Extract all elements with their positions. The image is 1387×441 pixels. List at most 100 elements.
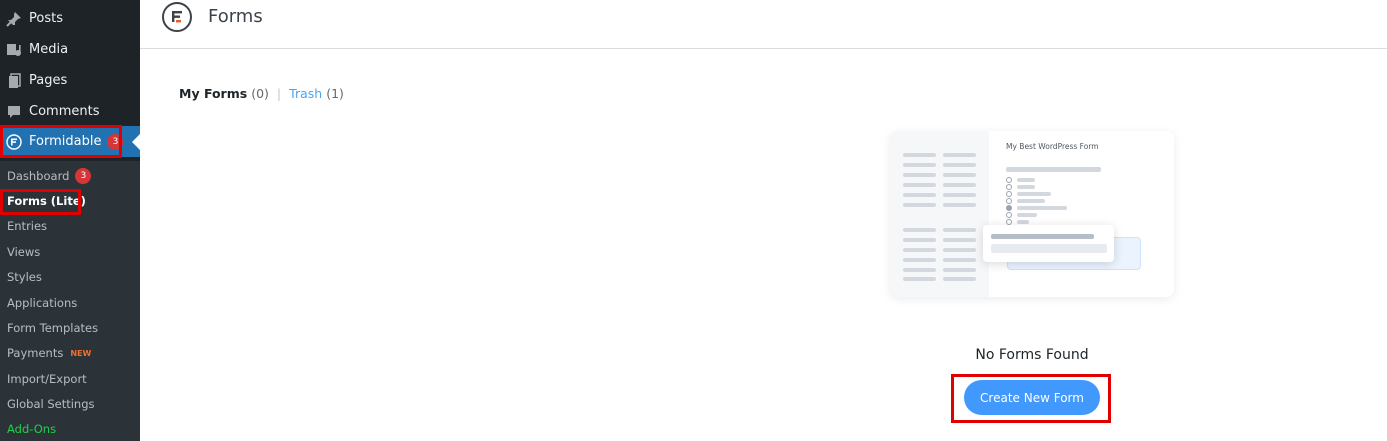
menu-label: Formidable [29, 134, 102, 149]
illus-bar [903, 183, 936, 187]
illus-bar [1017, 199, 1045, 203]
view-count: (0) [251, 86, 269, 101]
illus-bar [903, 268, 936, 272]
illus-bar [903, 193, 936, 197]
formidable-logo-icon [162, 2, 192, 32]
illus-bar [991, 234, 1094, 239]
submenu-payments[interactable]: Payments NEW [7, 343, 91, 363]
menu-label: Comments [29, 104, 100, 119]
submenu-label: Payments [7, 346, 64, 360]
page-header: Forms [140, 0, 1387, 49]
view-label: Trash [289, 86, 323, 101]
illus-bar [943, 163, 976, 167]
illus-form-panel [989, 131, 1174, 297]
illus-bar [903, 258, 936, 262]
view-my-forms[interactable]: My Forms (0) [179, 86, 269, 101]
illus-bar [1017, 213, 1037, 217]
comment-icon [6, 104, 22, 120]
menu-item-formidable[interactable]: Formidable 3 [0, 126, 140, 157]
submenu-dashboard[interactable]: Dashboard 3 [7, 166, 92, 186]
submenu-import-export[interactable]: Import/Export [7, 369, 87, 389]
submenu-form-templates[interactable]: Form Templates [7, 318, 98, 338]
illus-bar [1006, 167, 1101, 172]
view-count: (1) [326, 86, 344, 101]
illus-bar [943, 238, 976, 242]
illus-popup-card [983, 225, 1114, 262]
illus-bar [991, 244, 1107, 253]
submenu-label: Forms (Lite) [7, 194, 86, 208]
illus-bar [943, 203, 976, 207]
submenu-label: Applications [7, 296, 78, 310]
active-indicator [132, 134, 140, 150]
submenu-forms-lite[interactable]: Forms (Lite) [7, 191, 86, 211]
illus-radio [1006, 198, 1012, 204]
submenu-label: Form Templates [7, 321, 99, 335]
submenu-add-ons[interactable]: Add-Ons [7, 419, 56, 439]
illus-bar [943, 153, 976, 157]
submenu-label: Views [7, 245, 41, 259]
submenu-entries[interactable]: Entries [7, 216, 47, 236]
illus-bar [903, 277, 936, 281]
submenu-label: Dashboard [7, 169, 70, 183]
submenu-label: Styles [7, 270, 42, 284]
illus-bar [903, 153, 936, 157]
illus-radio [1006, 184, 1012, 190]
illus-radio [1006, 177, 1012, 183]
submenu-styles[interactable]: Styles [7, 267, 42, 287]
view-label: My Forms [179, 86, 248, 101]
illus-bar [903, 248, 936, 252]
notification-badge: 3 [75, 168, 92, 184]
illus-bar [903, 173, 936, 177]
illus-bar [903, 203, 936, 207]
illus-bar [943, 228, 976, 232]
menu-label: Media [29, 42, 69, 57]
page-title: Forms [208, 6, 263, 27]
admin-sidebar: Posts Media Pages Comments Formidable 3 … [0, 0, 140, 441]
pages-icon [6, 72, 22, 89]
create-new-form-button[interactable]: Create New Form [964, 380, 1100, 415]
illus-radio [1006, 212, 1012, 218]
illus-bar [1017, 185, 1035, 189]
notification-badge: 3 [107, 133, 124, 150]
illus-bar [943, 183, 976, 187]
illus-bar [943, 268, 976, 272]
pushpin-icon [6, 11, 22, 27]
illus-bar [903, 228, 936, 232]
illus-bar [943, 248, 976, 252]
menu-item-pages[interactable]: Pages [0, 65, 140, 96]
submenu-label: Add-Ons [7, 422, 57, 436]
empty-state-illustration: My Best WordPress Form [890, 131, 1174, 297]
menu-label: Posts [29, 11, 63, 26]
illus-bar [1017, 206, 1067, 210]
illus-radio [1006, 205, 1012, 211]
menu-label: Pages [29, 73, 68, 88]
illus-bar [903, 163, 936, 167]
view-separator: | [276, 86, 282, 101]
new-tag: NEW [70, 348, 92, 358]
media-icon [6, 42, 22, 58]
submenu-label: Entries [7, 219, 48, 233]
illus-bar [943, 258, 976, 262]
illus-bar [943, 277, 976, 281]
illus-bar [943, 193, 976, 197]
submenu-applications[interactable]: Applications [7, 293, 77, 313]
empty-state-message: No Forms Found [975, 347, 1089, 363]
illus-radio [1006, 191, 1012, 197]
formidable-submenu: Dashboard 3 Forms (Lite) Entries Views S… [0, 161, 140, 441]
submenu-label: Import/Export [7, 372, 87, 386]
submenu-global-settings[interactable]: Global Settings [7, 394, 95, 414]
formidable-logo-icon [6, 133, 22, 150]
submenu-views[interactable]: Views [7, 242, 40, 262]
menu-item-posts[interactable]: Posts [0, 3, 140, 34]
illus-bar [943, 173, 976, 177]
menu-item-media[interactable]: Media [0, 34, 140, 65]
illus-form-title: My Best WordPress Form [1006, 142, 1099, 151]
view-filters: My Forms (0) | Trash (1) [179, 86, 344, 101]
submenu-label: Global Settings [7, 397, 95, 411]
illus-bar [1017, 178, 1035, 182]
illus-bar [1017, 220, 1029, 224]
menu-item-comments[interactable]: Comments [0, 96, 140, 127]
illus-bar [1017, 192, 1051, 196]
illus-bar [903, 238, 936, 242]
view-trash[interactable]: Trash (1) [289, 86, 344, 101]
